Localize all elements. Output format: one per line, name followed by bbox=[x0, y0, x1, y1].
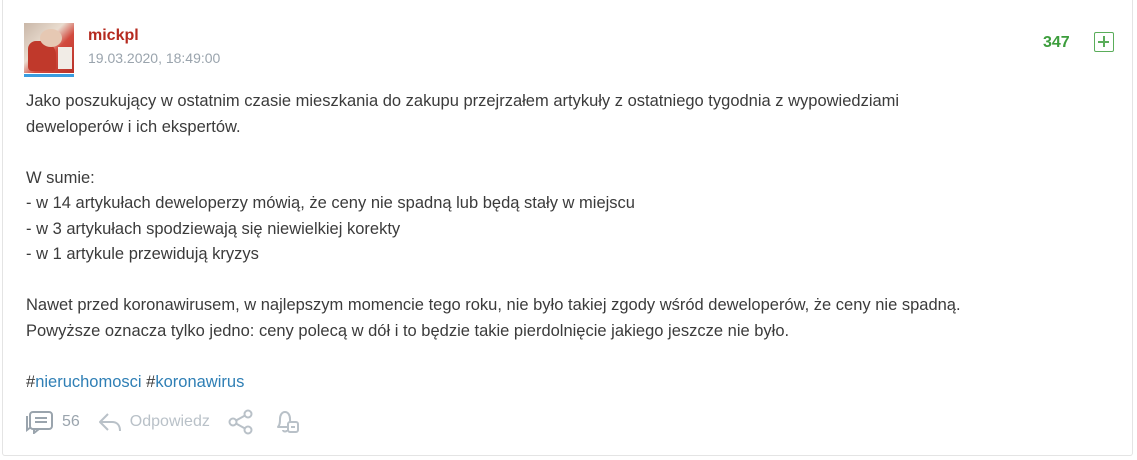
avatar-gender-bar bbox=[24, 74, 74, 77]
body-line: deweloperów i ich ekspertów. bbox=[26, 117, 241, 136]
tag-hash: # bbox=[146, 372, 156, 391]
bell-icon bbox=[276, 411, 299, 433]
notify-button[interactable] bbox=[272, 409, 300, 435]
comments-button[interactable]: 56 bbox=[26, 410, 80, 434]
post-date: 19.03.2020, 18:49:00 bbox=[88, 50, 221, 66]
list-item: - w 14 artykułach deweloperzy mówią, że … bbox=[26, 194, 635, 212]
body-line: W sumie: bbox=[26, 168, 95, 187]
reply-icon bbox=[98, 413, 121, 432]
reply-button[interactable]: Odpowiedz bbox=[98, 411, 210, 433]
body-line: Powyższe oznacza tylko jedno: ceny polec… bbox=[26, 321, 790, 340]
plus-icon[interactable] bbox=[1094, 32, 1114, 52]
entry-body: Jako poszukujący w ostatnim czasie miesz… bbox=[26, 89, 1116, 395]
body-line: Jako poszukujący w ostatnim czasie miesz… bbox=[26, 92, 900, 110]
list-item: - w 1 artykule przewidują kryzys bbox=[26, 245, 259, 263]
share-icon bbox=[228, 409, 253, 435]
author-name[interactable]: mickpl bbox=[88, 27, 139, 45]
entry-actions: 56 Odpowiedz bbox=[26, 408, 318, 436]
tag-link-nieruchomosci[interactable]: nieruchomosci bbox=[35, 373, 141, 391]
avatar[interactable] bbox=[24, 23, 74, 73]
tags-line: #nieruchomosci #koronawirus bbox=[26, 370, 1116, 396]
tag-hash: # bbox=[26, 372, 36, 391]
tag-link-koronawirus[interactable]: koronawirus bbox=[155, 373, 244, 391]
avatar-shape bbox=[40, 29, 62, 47]
avatar-shape bbox=[58, 47, 72, 69]
comments-count: 56 bbox=[62, 413, 80, 430]
comments-icon bbox=[26, 411, 53, 434]
list-item: - w 3 artykułach spodziewają się niewiel… bbox=[26, 219, 401, 238]
share-button[interactable] bbox=[228, 409, 254, 435]
body-line: Nawet przed koronawirusem, w najlepszym … bbox=[26, 296, 961, 314]
vote-count: 347 bbox=[1043, 34, 1070, 51]
reply-label: Odpowiedz bbox=[129, 413, 210, 430]
